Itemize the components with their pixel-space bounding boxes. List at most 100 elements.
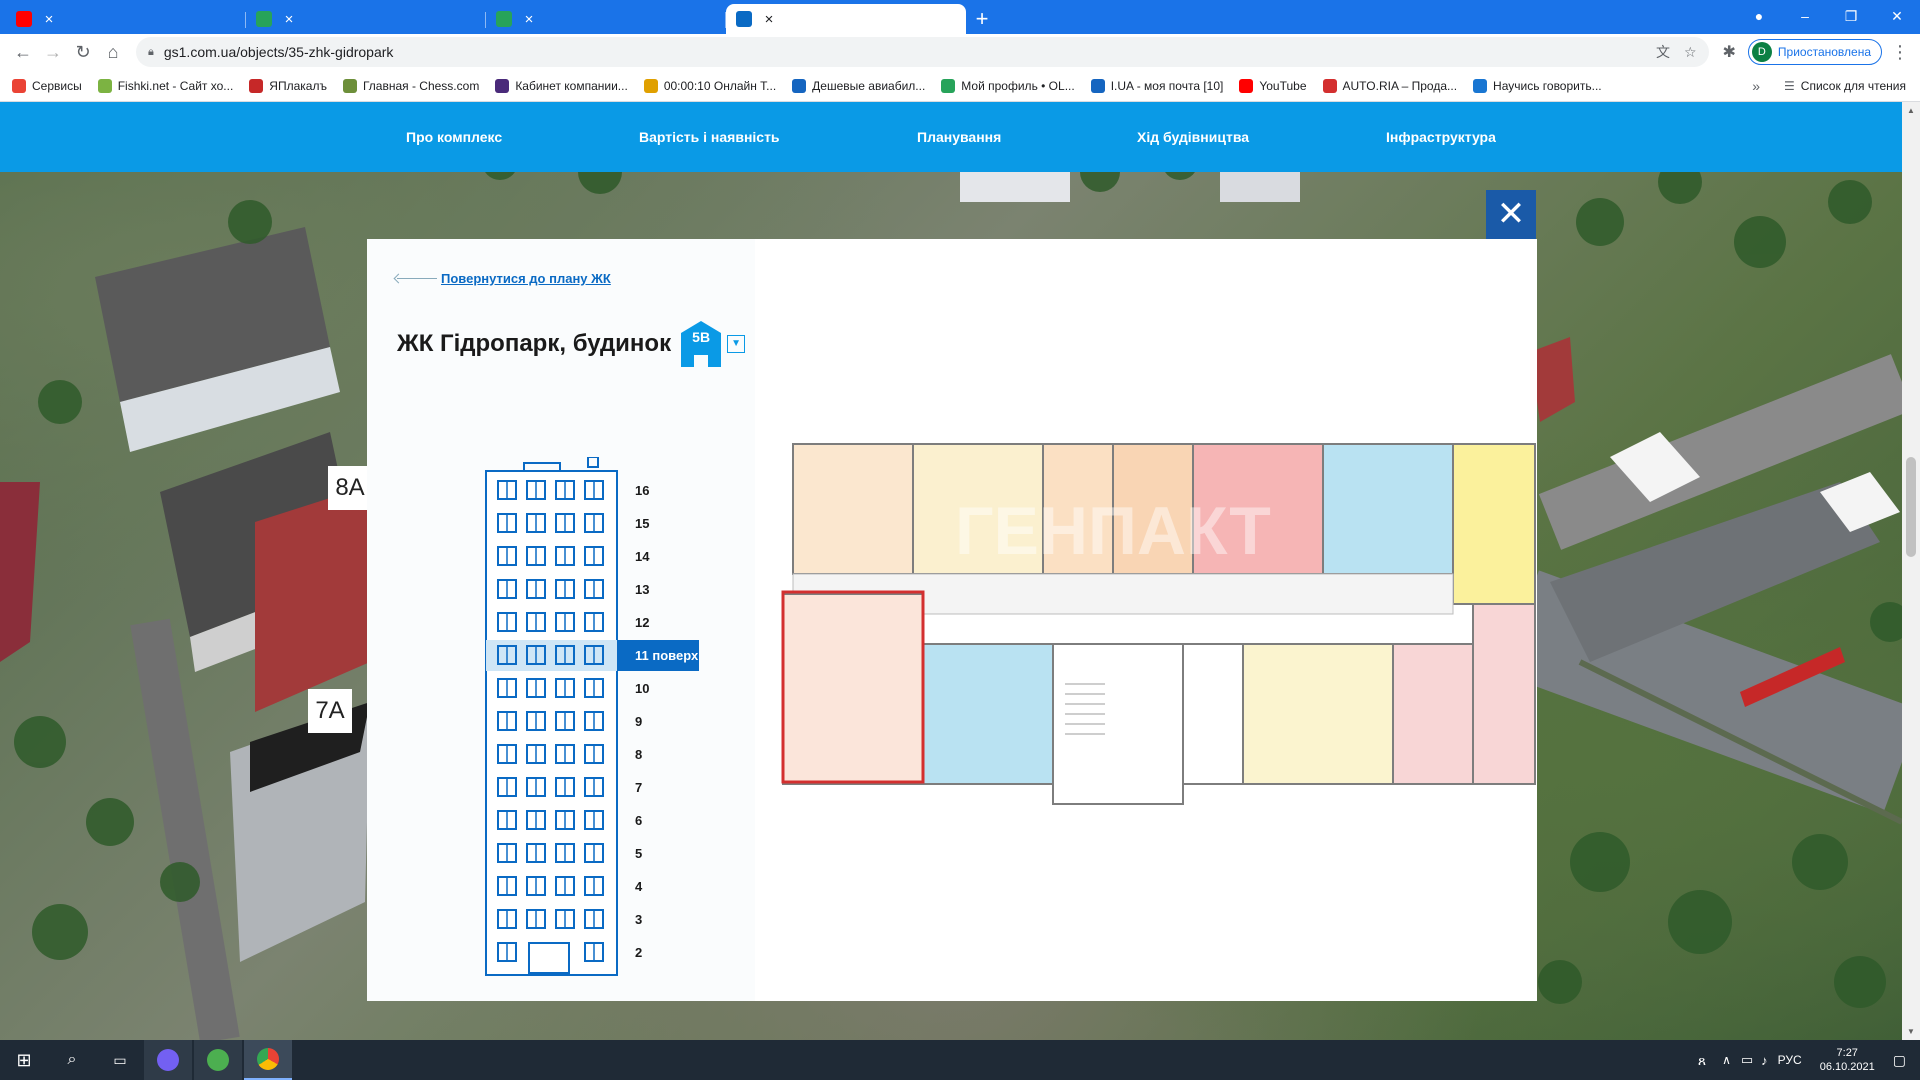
close-modal-button[interactable]: ✕: [1486, 190, 1536, 240]
notifications-icon[interactable]: ▢: [1893, 1052, 1906, 1069]
floor-number[interactable]: 12: [635, 615, 649, 630]
bookmark-item[interactable]: Fishki.net - Сайт хо...: [97, 78, 233, 93]
extensions-icon[interactable]: ✱: [1723, 42, 1736, 62]
nav-prices[interactable]: Вартість і наявність: [639, 102, 780, 172]
start-windows-icon[interactable]: ⊞: [0, 1050, 48, 1071]
bookmark-item[interactable]: ЯПлакалъ: [249, 78, 327, 93]
language-indicator[interactable]: РУС: [1778, 1053, 1802, 1067]
apartment[interactable]: [1242, 643, 1394, 785]
browser-tab[interactable]: ЖК Гідропарк - АТ «Житлобуд-×: [726, 4, 966, 34]
viber-icon[interactable]: [144, 1040, 192, 1080]
back-to-plan-link[interactable]: Повернутися до плану ЖК: [397, 271, 611, 286]
apartment[interactable]: [922, 643, 1054, 785]
bookmark-item[interactable]: AUTO.RIA – Прода...: [1322, 78, 1458, 93]
network-icon[interactable]: ▭: [1741, 1052, 1753, 1068]
browser-toolbar: ← → ↻ ⌂ 🔒︎ gs1.com.ua/objects/35-zhk-gid…: [0, 34, 1920, 70]
address-bar[interactable]: 🔒︎ gs1.com.ua/objects/35-zhk-gidropark 文…: [136, 37, 1709, 67]
bookmark-icon: [1473, 78, 1488, 93]
reading-list[interactable]: ☰ Список для чтения: [1784, 70, 1906, 102]
browser-menu-icon[interactable]: ⋮: [1888, 42, 1912, 63]
apartment[interactable]: [782, 593, 924, 785]
nav-infrastructure[interactable]: Інфраструктура: [1386, 102, 1496, 172]
profile-menu-icon[interactable]: ●: [1736, 0, 1782, 34]
bookmark-item[interactable]: 00:00:10 Онлайн Т...: [643, 78, 776, 93]
apartment[interactable]: [1392, 643, 1474, 785]
floor-number[interactable]: 7: [635, 780, 642, 795]
window-controls: ● – ❐ ✕: [1736, 0, 1920, 34]
floor-row[interactable]: [486, 640, 617, 671]
apartment[interactable]: [792, 443, 914, 575]
new-tab-button[interactable]: +: [966, 4, 998, 34]
apartment[interactable]: [1322, 443, 1454, 575]
search-icon[interactable]: ⌕: [48, 1051, 96, 1069]
close-tab-icon[interactable]: ×: [280, 11, 298, 28]
floor-number[interactable]: 13: [635, 582, 649, 597]
close-tab-icon[interactable]: ×: [40, 11, 58, 28]
building-badge-7a[interactable]: 7А: [308, 689, 352, 733]
restore-button[interactable]: ❐: [1828, 0, 1874, 34]
building-selector[interactable]: 5В: [681, 321, 722, 367]
floor-number[interactable]: 9: [635, 714, 642, 729]
minimize-button[interactable]: –: [1782, 0, 1828, 34]
reload-icon[interactable]: ↻: [68, 37, 98, 67]
bookmark-icon: [941, 78, 956, 93]
close-tab-icon[interactable]: ×: [760, 11, 778, 28]
clock[interactable]: 7:27 06.10.2021: [1820, 1046, 1875, 1074]
floor-number[interactable]: 15: [635, 516, 649, 531]
bookmark-label: I.UA - моя почта [10]: [1110, 78, 1224, 93]
bookmark-item[interactable]: Кабинет компании...: [495, 78, 628, 93]
apartment[interactable]: [1452, 443, 1536, 605]
bookmark-label: Мой профиль • OL...: [961, 78, 1075, 93]
tab-strip: YouTube×Жк Гидропарк - Квартиры в Ха×НОВ…: [0, 0, 1920, 34]
bookmark-item[interactable]: Научись говорить...: [1473, 78, 1602, 93]
translate-icon[interactable]: 文: [1656, 42, 1670, 62]
scroll-thumb[interactable]: [1906, 457, 1916, 557]
nav-about[interactable]: Про комплекс: [406, 102, 502, 172]
bookmark-label: AUTO.RIA – Прода...: [1342, 78, 1458, 93]
clock-date: 06.10.2021: [1819, 1061, 1875, 1073]
nav-construction[interactable]: Хід будівництва: [1137, 102, 1249, 172]
chevron-down-icon[interactable]: ▼: [727, 335, 746, 353]
floor-number[interactable]: 5: [635, 846, 642, 861]
floor-number[interactable]: 8: [635, 747, 642, 762]
building-badge-8a[interactable]: 8А: [328, 466, 372, 510]
volume-icon[interactable]: ♪: [1761, 1053, 1768, 1068]
page-scrollbar[interactable]: ▲ ▼: [1902, 102, 1920, 1040]
close-window-button[interactable]: ✕: [1874, 0, 1920, 34]
browser-tab[interactable]: НОВОСТРОЙ ЖК Гидропарк! Пр×: [486, 4, 726, 34]
floor-number[interactable]: 14: [635, 549, 649, 564]
chrome-icon[interactable]: [244, 1040, 292, 1080]
bookmark-item[interactable]: Дешевые авиабил...: [792, 78, 925, 93]
scroll-down-icon[interactable]: ▼: [1902, 1027, 1920, 1036]
selected-floor-label[interactable]: 11 поверх: [617, 640, 699, 671]
floor-number[interactable]: 3: [635, 912, 642, 927]
profile-button[interactable]: D Приостановлена: [1747, 39, 1882, 65]
more-bookmarks-icon[interactable]: »: [1752, 70, 1760, 102]
bookmark-item[interactable]: Мой профиль • OL...: [941, 78, 1075, 93]
browser-tab[interactable]: YouTube×: [6, 4, 246, 34]
bookmark-item[interactable]: I.UA - моя почта [10]: [1090, 78, 1224, 93]
floor-number[interactable]: 6: [635, 813, 642, 828]
tray-chevron-icon[interactable]: ∧: [1722, 1053, 1731, 1067]
utorrent-icon[interactable]: [194, 1040, 242, 1080]
bookmark-item[interactable]: YouTube: [1239, 78, 1307, 93]
floor-number[interactable]: 2: [635, 945, 642, 960]
bookmark-star-icon[interactable]: ☆: [1684, 44, 1697, 61]
apartment[interactable]: [1472, 603, 1536, 785]
floor-number[interactable]: 16: [635, 483, 649, 498]
nav-layouts[interactable]: Планування: [917, 102, 1001, 172]
bookmark-item[interactable]: Главная - Chess.com: [342, 78, 479, 93]
browser-tab[interactable]: Жк Гидропарк - Квартиры в Ха×: [246, 4, 486, 34]
home-icon[interactable]: ⌂: [98, 37, 128, 67]
floor-number[interactable]: 10: [635, 681, 649, 696]
forward-arrow-icon[interactable]: →: [38, 37, 68, 67]
back-arrow-icon[interactable]: ←: [8, 37, 38, 67]
scroll-up-icon[interactable]: ▲: [1902, 106, 1920, 115]
bookmark-item[interactable]: Сервисы: [12, 78, 82, 93]
close-tab-icon[interactable]: ×: [520, 11, 538, 28]
user-icon[interactable]: ጸ: [1698, 1052, 1706, 1069]
floor-number[interactable]: 4: [635, 879, 642, 894]
complex-title: ЖК Гідропарк, будинок: [397, 330, 672, 357]
bookmark-label: Кабинет компании...: [515, 78, 628, 93]
task-view-icon[interactable]: ▭: [96, 1052, 144, 1069]
